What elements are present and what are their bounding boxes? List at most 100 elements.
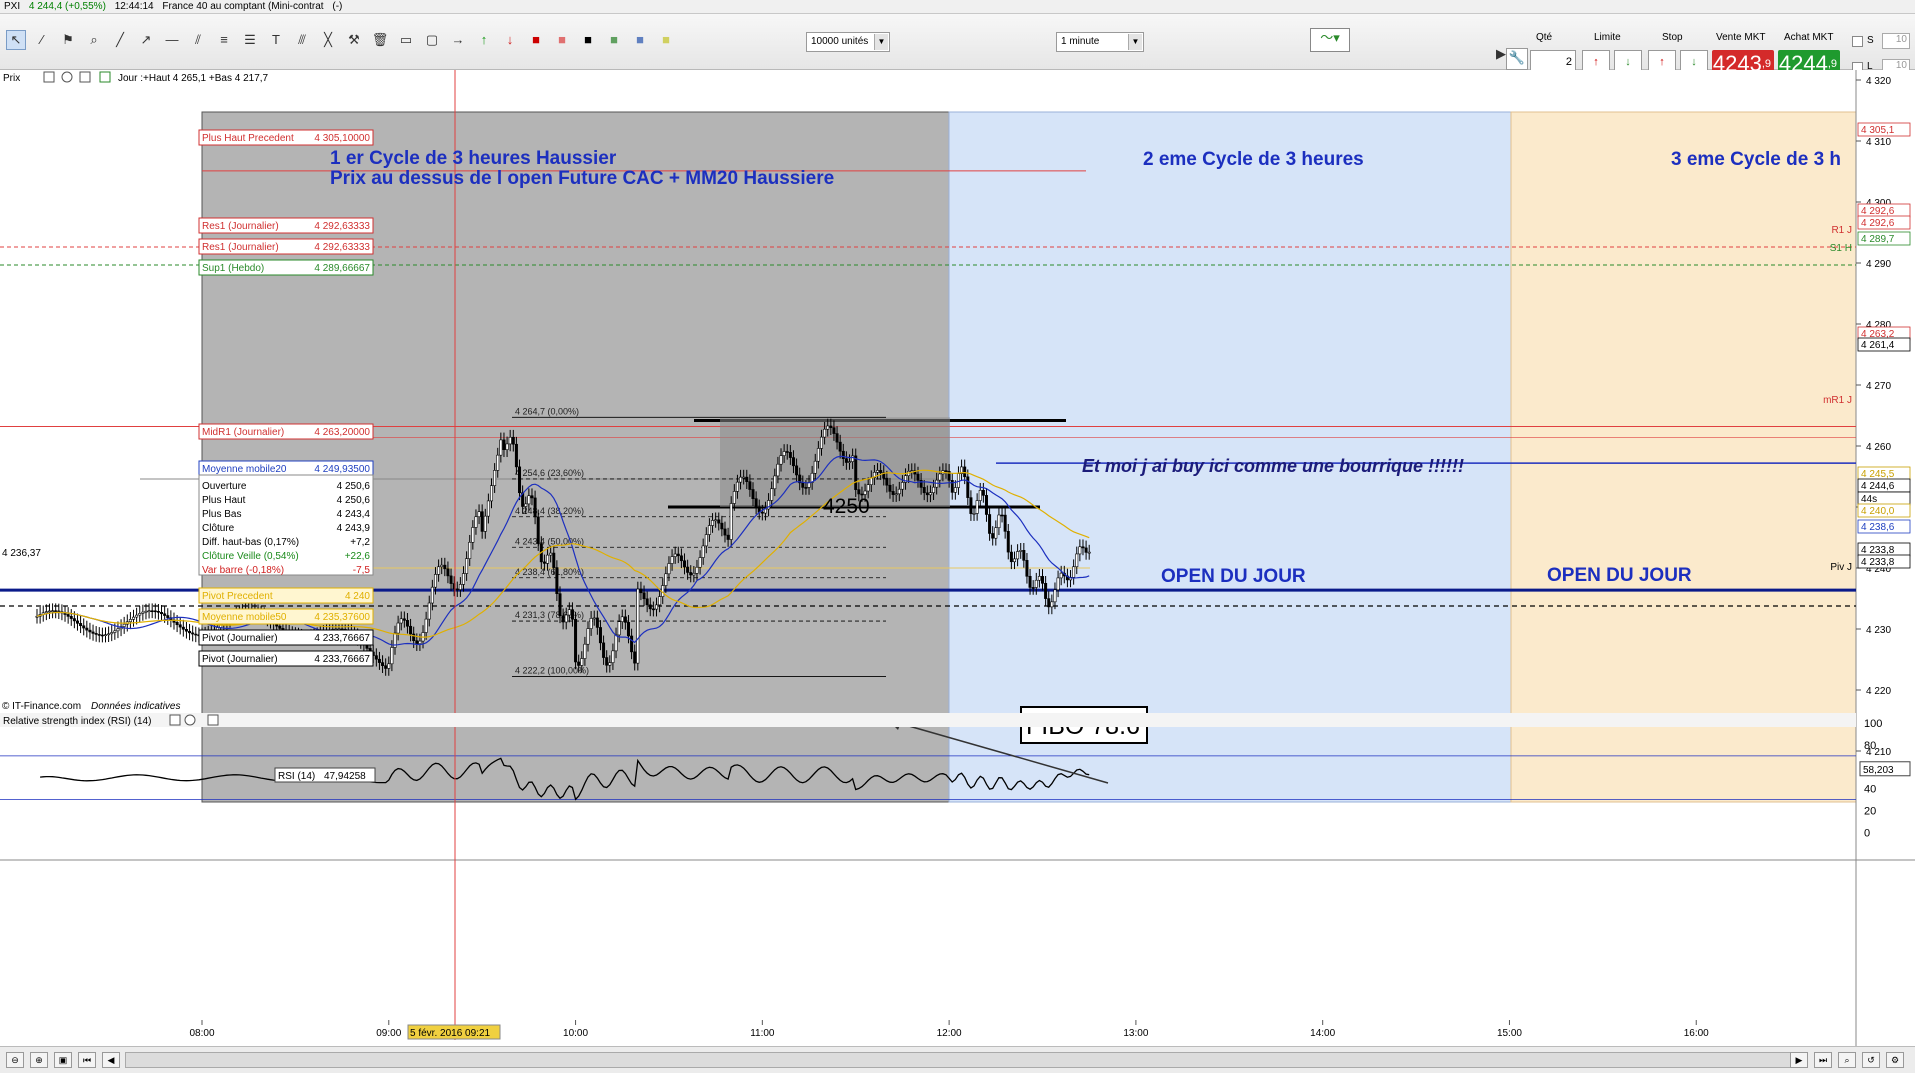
ohlc-value: 4 250,6 <box>337 495 371 506</box>
arrow-up-icon[interactable]: ↑ <box>474 30 494 50</box>
candle-body <box>107 633 111 636</box>
color-black-icon[interactable]: ■ <box>578 30 598 50</box>
wrench-icon[interactable]: 🔧 <box>1506 48 1528 70</box>
candle-body <box>1016 551 1020 560</box>
zoom-icon[interactable]: ⌕ <box>84 30 104 50</box>
color-yellow-icon[interactable]: ■ <box>656 30 676 50</box>
rectangle-icon[interactable]: ▭ <box>396 30 416 50</box>
candle-body <box>72 618 76 622</box>
ohlc-label: Diff. haut-bas (0,17%) <box>202 537 299 548</box>
x-tick-label: 08:00 <box>189 1028 214 1039</box>
qty-label: Qté <box>1536 32 1553 43</box>
color-green-icon[interactable]: ■ <box>604 30 624 50</box>
scroll-right-icon[interactable]: ▶ <box>1790 1052 1808 1068</box>
bell-alert-icon[interactable]: ⚑ <box>58 30 78 50</box>
parallel-lines-icon[interactable]: ⫻ <box>292 30 312 50</box>
rectangle-alt-icon[interactable]: ▢ <box>422 30 442 50</box>
level-tag-name: Moyenne mobile20 <box>202 464 287 475</box>
fibonacci-fan-icon[interactable]: ☰ <box>240 30 260 50</box>
level-tag-value: 4 233,76667 <box>314 654 370 665</box>
candle-body <box>944 470 948 472</box>
candle-body <box>178 624 182 628</box>
panel-window-icon[interactable] <box>43 71 55 83</box>
header-info: Jour :+Haut 4 265,1 +Bas 4 217,7 <box>118 73 269 84</box>
s1-mark: S1 H <box>1830 243 1852 254</box>
candle-body <box>1047 598 1051 608</box>
candle-body <box>735 481 739 492</box>
candle-body <box>51 610 55 613</box>
settings-icon[interactable]: ⚙ <box>1886 1052 1904 1068</box>
cycle3-title: 3 eme Cycle de 3 h <box>1671 149 1841 170</box>
price-tag-text: 4 233,8 <box>1861 557 1895 568</box>
zoom-icon[interactable]: ⌕ <box>1838 1052 1856 1068</box>
panel-settings-icon[interactable] <box>79 71 91 83</box>
chart-type-icon[interactable]: 〜▾ <box>1310 28 1350 52</box>
instrument-suffix: (-) <box>332 1 343 12</box>
candle-body <box>490 485 494 502</box>
rsi-close-icon[interactable] <box>184 714 196 726</box>
candle-body <box>437 566 441 575</box>
candle-body <box>773 475 777 490</box>
candle-body <box>642 592 646 600</box>
ohlc-value: 4 243,9 <box>337 523 371 534</box>
ray-line-icon[interactable]: ↗ <box>136 30 156 50</box>
color-red-icon[interactable]: ■ <box>526 30 546 50</box>
cycle3-zone[interactable] <box>1510 111 1857 803</box>
rsi-label: Relative strength index (RSI) (14) <box>3 716 151 727</box>
reset-zoom-icon[interactable]: ↺ <box>1862 1052 1880 1068</box>
channel-icon[interactable]: ⫽ <box>188 30 208 50</box>
text-tool-icon[interactable]: T <box>266 30 286 50</box>
candle-body <box>969 497 973 514</box>
rsi-current-value: 58,203 <box>1863 765 1894 776</box>
candle-body <box>574 618 578 663</box>
rsi-settings-icon[interactable] <box>169 714 181 726</box>
cross-lines-icon[interactable]: ╳ <box>318 30 338 50</box>
cursor-tool-icon[interactable]: ↖ <box>6 30 26 50</box>
s-label: S <box>1867 35 1874 46</box>
candle-body <box>670 556 674 564</box>
zoom-in-icon[interactable]: ⊕ <box>30 1052 48 1068</box>
scroll-right-end-icon[interactable]: ⏭ <box>1814 1052 1832 1068</box>
s-input[interactable]: 10 <box>1882 33 1910 49</box>
candle-body <box>1009 551 1013 563</box>
ruler-tool-icon[interactable]: ∕ <box>32 30 52 50</box>
candle-body <box>589 618 593 629</box>
price-chart[interactable]: 4 3204 3104 3004 2904 2804 2704 2604 250… <box>0 70 1915 1046</box>
zoom-out-icon[interactable]: ⊖ <box>6 1052 24 1068</box>
candle-body <box>381 662 385 666</box>
fit-icon[interactable]: ▣ <box>54 1052 72 1068</box>
color-blue-icon[interactable]: ■ <box>630 30 650 50</box>
s-checkbox[interactable] <box>1852 36 1863 47</box>
candle-body <box>427 602 431 620</box>
units-select[interactable]: 10000 unités ▼ <box>806 32 890 52</box>
trendline-icon[interactable]: ╱ <box>110 30 130 50</box>
panel-close-icon[interactable] <box>61 71 73 83</box>
candle-body <box>595 617 599 628</box>
scroll-left-icon[interactable]: ◀ <box>102 1052 120 1068</box>
arrow-down-icon[interactable]: ↓ <box>500 30 520 50</box>
candle-body <box>592 617 596 620</box>
horizontal-line-icon[interactable]: ― <box>162 30 182 50</box>
candle-body <box>128 619 132 623</box>
rsi-y-tick-label: 80 <box>1864 740 1876 752</box>
trash-icon[interactable]: 🗑 <box>370 30 390 50</box>
fibonacci-icon[interactable]: ≡ <box>214 30 234 50</box>
rsi-tag-name: RSI (14) <box>278 771 315 782</box>
interval-select[interactable]: 1 minute ▼ <box>1056 32 1144 52</box>
candle-body <box>424 618 428 633</box>
scroll-track[interactable] <box>125 1052 1795 1068</box>
scroll-left-end-icon[interactable]: ⏮ <box>78 1052 96 1068</box>
chart-area[interactable]: 4 3204 3104 3004 2904 2804 2704 2604 250… <box>0 70 1915 1053</box>
candle-body <box>844 458 848 463</box>
price-tag-text: 4 292,6 <box>1861 218 1895 229</box>
panel-add-icon[interactable] <box>99 71 111 83</box>
color-pink-icon[interactable]: ■ <box>552 30 572 50</box>
ohlc-label: Clôture <box>202 523 235 534</box>
clock: 12:44:14 <box>114 1 154 12</box>
rsi-remove-icon[interactable] <box>207 714 219 726</box>
tools-icon[interactable]: ⚒ <box>344 30 364 50</box>
candle-body <box>823 428 827 438</box>
arrow-right-icon[interactable]: → <box>448 30 468 50</box>
candle-body <box>558 593 562 617</box>
toolbar: ↖ ∕ ⚑ ⌕ ╱ ↗ ― ⫽ ≡ ☰ T ⫻ ╳ ⚒ 🗑 ▭ ▢ → ↑ ↓ … <box>0 14 1915 78</box>
